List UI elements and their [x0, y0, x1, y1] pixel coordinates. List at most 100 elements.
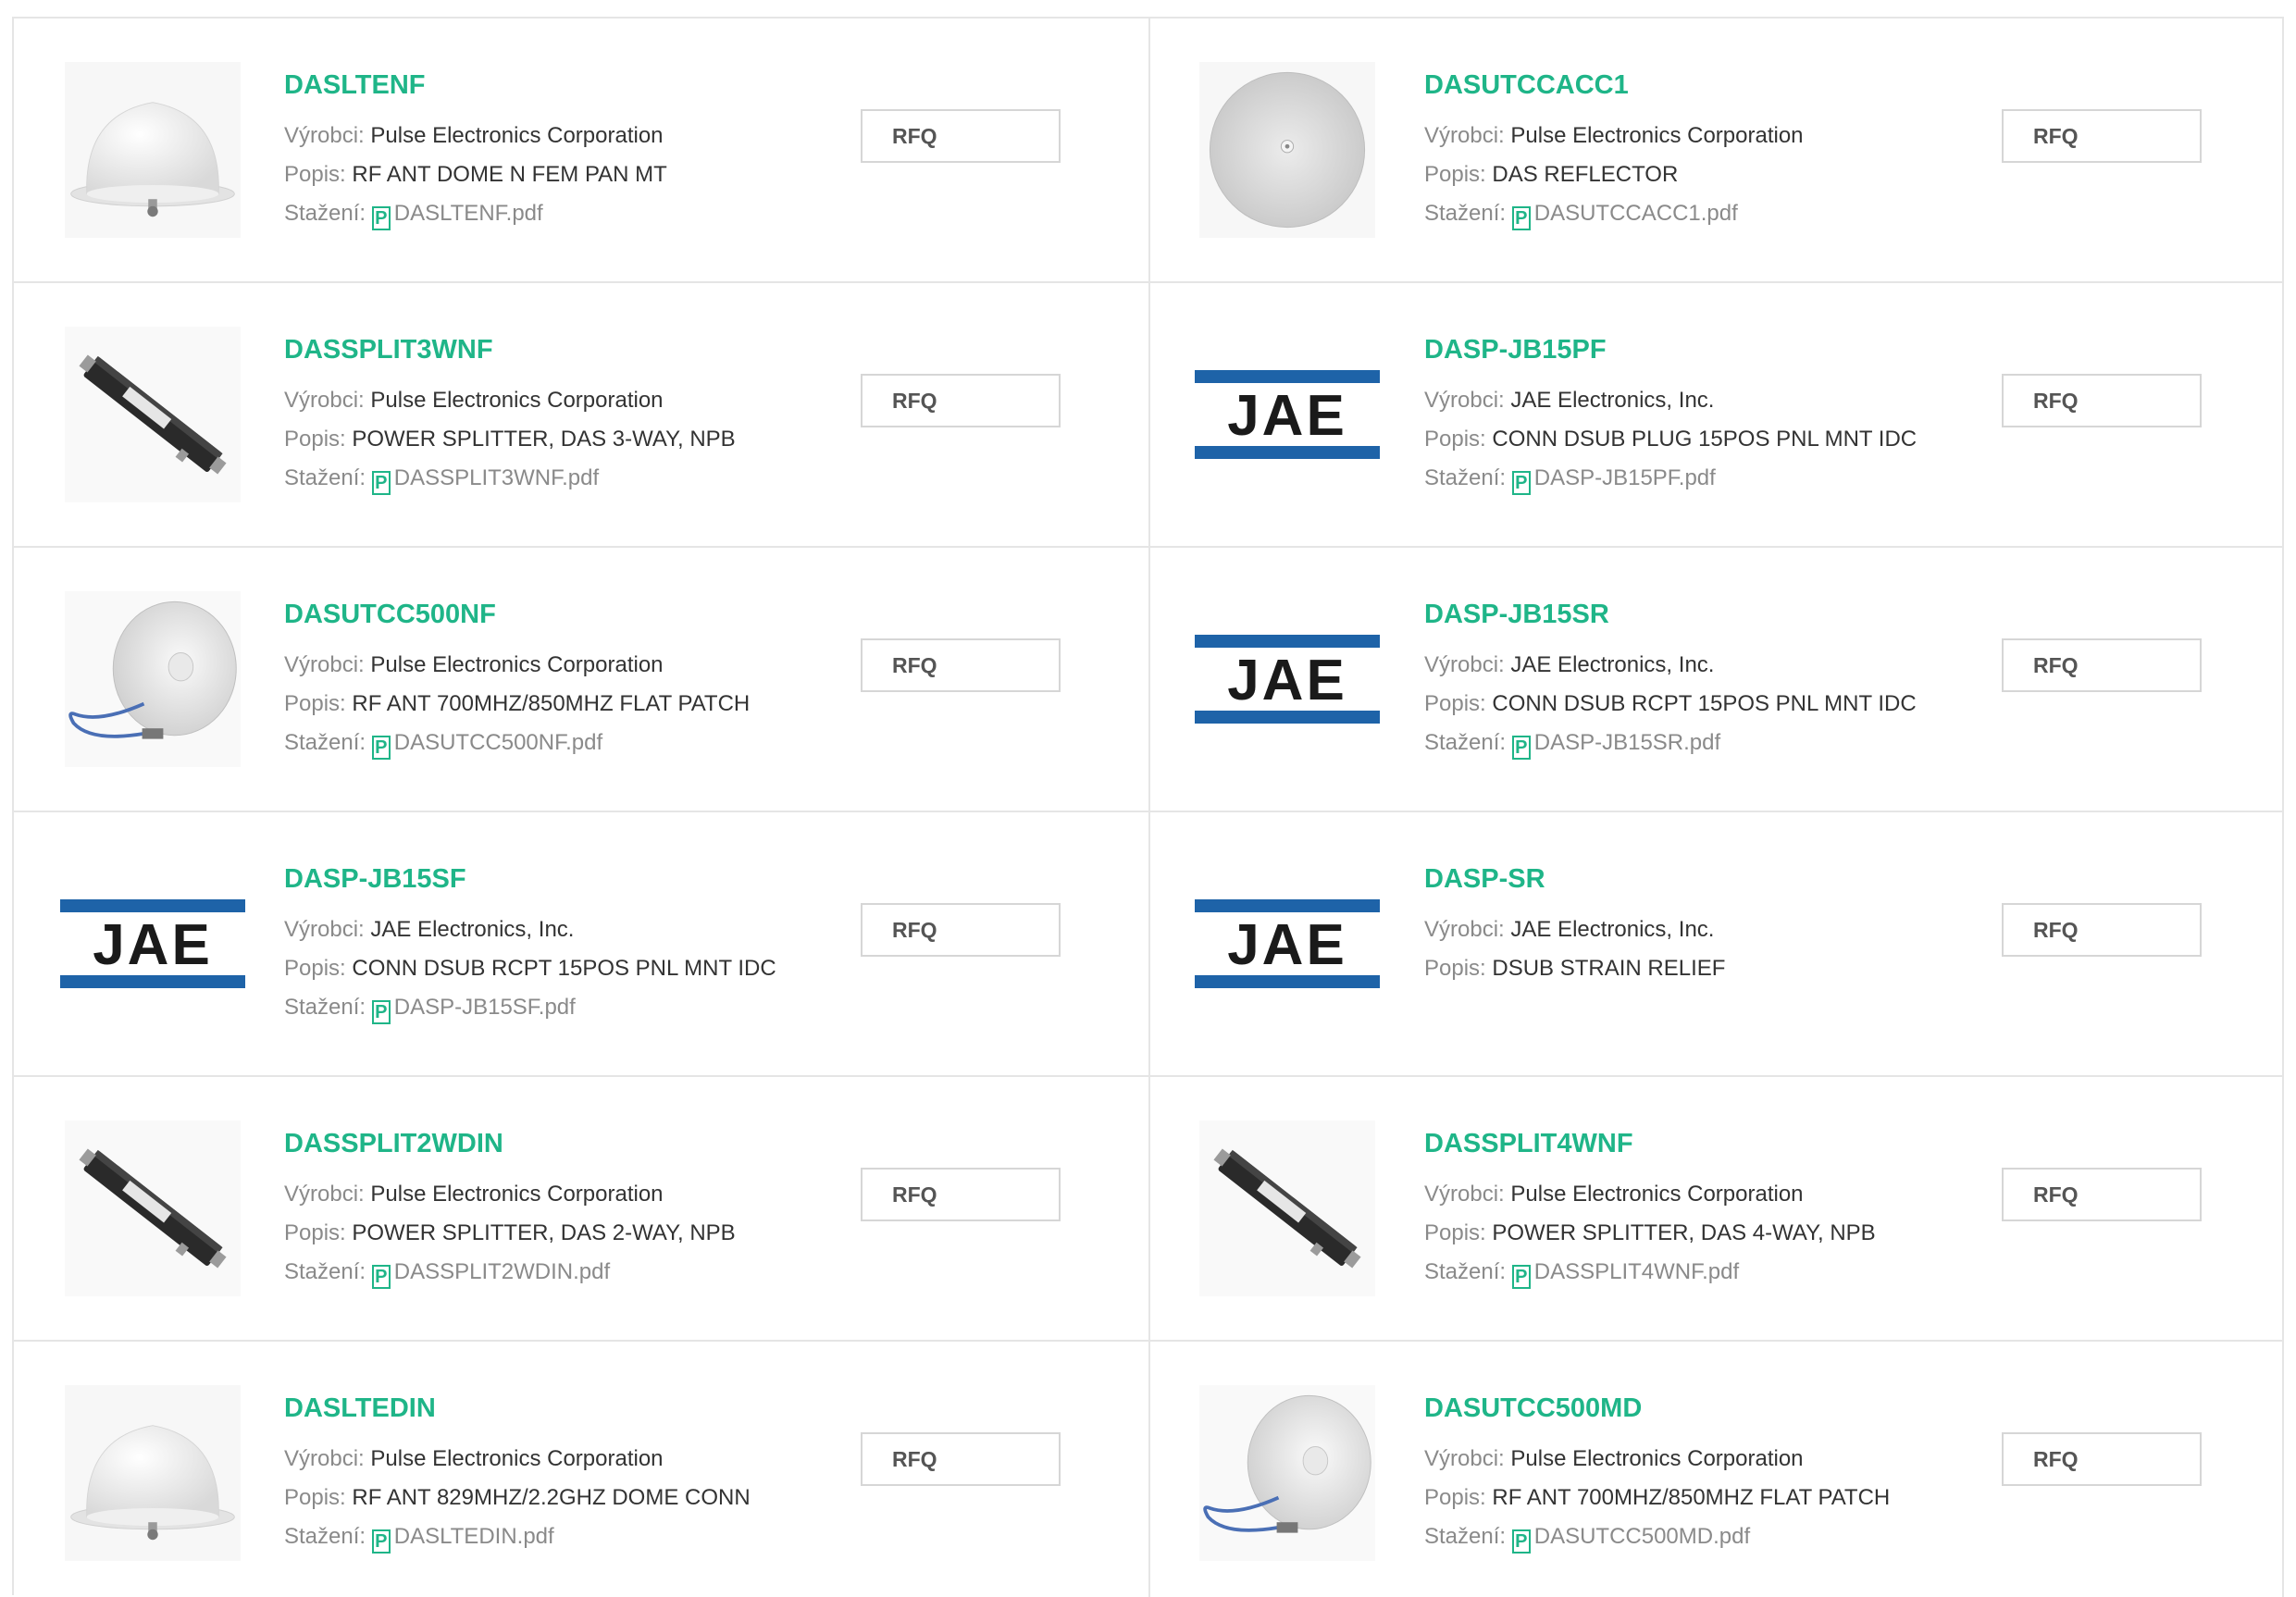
product-image[interactable]: [60, 1116, 245, 1301]
rfq-button[interactable]: RFQ: [2002, 638, 2202, 692]
description-row: Popis: RF ANT 700MHZ/850MHZ FLAT PATCH: [284, 685, 750, 724]
download-row-label: Stažení:: [1424, 201, 1512, 226]
product-name-link[interactable]: DASP-JB15SF: [284, 862, 776, 896]
rfq-button[interactable]: RFQ: [861, 638, 1061, 692]
manufacturer-row-value: JAE Electronics, Inc.: [370, 917, 575, 942]
product-info: DASP-JB15PF Výrobci: JAE Electronics, Inc…: [1424, 333, 1917, 498]
manufacturer-row-value: Pulse Electronics Corporation: [370, 1182, 664, 1207]
rfq-button[interactable]: RFQ: [861, 1168, 1061, 1221]
manufacturer-row-value: Pulse Electronics Corporation: [370, 652, 664, 677]
datasheet-link[interactable]: DASSPLIT3WNF.pdf: [394, 465, 599, 490]
description-row-label: Popis:: [1424, 956, 1493, 981]
description-row-label: Popis:: [1424, 427, 1493, 452]
pdf-icon[interactable]: P: [371, 1265, 391, 1289]
product-name-link[interactable]: DASSPLIT3WNF: [284, 333, 736, 366]
manufacturer-row-label: Výrobci:: [284, 388, 371, 413]
description-row-label: Popis:: [284, 427, 353, 452]
download-row: Stažení: P DASSPLIT4WNF.pdf: [1424, 1253, 1876, 1292]
product-name-link[interactable]: DASSPLIT2WDIN: [284, 1127, 736, 1160]
manufacturer-row: Výrobci: JAE Electronics, Inc.: [284, 910, 776, 949]
rfq-button[interactable]: RFQ: [2002, 1168, 2202, 1221]
product-image[interactable]: [60, 587, 245, 772]
download-row-label: Stažení:: [1424, 1524, 1512, 1549]
datasheet-link[interactable]: DASUTCC500NF.pdf: [394, 730, 602, 755]
product-name-link[interactable]: DASUTCCACC1: [1424, 68, 1804, 102]
product-name-link[interactable]: DASUTCC500MD: [1424, 1392, 1890, 1425]
product-name-link[interactable]: DASLTEDIN: [284, 1392, 751, 1425]
datasheet-link[interactable]: DASP-JB15PF.pdf: [1534, 465, 1716, 490]
rfq-button[interactable]: RFQ: [2002, 903, 2202, 957]
manufacturer-row-value: Pulse Electronics Corporation: [370, 388, 664, 413]
rfq-button[interactable]: RFQ: [861, 109, 1061, 163]
rfq-button[interactable]: RFQ: [2002, 109, 2202, 163]
pdf-icon[interactable]: P: [371, 736, 391, 760]
download-row: Stažení: P DASUTCC500MD.pdf: [1424, 1517, 1890, 1556]
product-image[interactable]: [60, 1380, 245, 1566]
pdf-icon[interactable]: P: [1511, 1265, 1531, 1289]
datasheet-link[interactable]: DASUTCC500MD.pdf: [1534, 1524, 1750, 1549]
description-row-value: DSUB STRAIN RELIEF: [1492, 956, 1726, 981]
description-row-value: POWER SPLITTER, DAS 4-WAY, NPB: [1492, 1220, 1876, 1245]
rfq-button[interactable]: RFQ: [861, 903, 1061, 957]
product-name-link[interactable]: DASP-JB15PF: [1424, 333, 1917, 366]
datasheet-link[interactable]: DASLTENF.pdf: [394, 201, 543, 226]
product-name-link[interactable]: DASUTCC500NF: [284, 598, 750, 631]
manufacturer-row: Výrobci: Pulse Electronics Corporation: [284, 646, 750, 685]
product-info: DASP-JB15SF Výrobci: JAE Electronics, Inc…: [284, 862, 776, 1027]
datasheet-link[interactable]: DASSPLIT2WDIN.pdf: [394, 1259, 610, 1284]
pdf-icon[interactable]: P: [1511, 1529, 1531, 1554]
product-image[interactable]: JAE: [1195, 851, 1380, 1036]
manufacturer-row: Výrobci: JAE Electronics, Inc.: [1424, 646, 1917, 685]
download-row: Stažení: P DASUTCC500NF.pdf: [284, 724, 750, 762]
datasheet-link[interactable]: DASLTEDIN.pdf: [394, 1524, 554, 1549]
product-image[interactable]: JAE: [60, 851, 245, 1036]
datasheet-link[interactable]: DASSPLIT4WNF.pdf: [1534, 1259, 1739, 1284]
pdf-icon[interactable]: P: [371, 1529, 391, 1554]
manufacturer-row-label: Výrobci:: [284, 1182, 371, 1207]
datasheet-link[interactable]: DASUTCCACC1.pdf: [1534, 201, 1738, 226]
svg-text:JAE: JAE: [93, 913, 213, 977]
pdf-icon[interactable]: P: [1511, 471, 1531, 495]
product-name-link[interactable]: DASP-SR: [1424, 862, 1725, 896]
manufacturer-row-label: Výrobci:: [1424, 123, 1511, 148]
description-row: Popis: POWER SPLITTER, DAS 2-WAY, NPB: [284, 1214, 736, 1253]
manufacturer-row-value: JAE Electronics, Inc.: [1510, 388, 1715, 413]
product-image[interactable]: [60, 322, 245, 507]
product-image[interactable]: [60, 57, 245, 242]
product-info: DASP-JB15SR Výrobci: JAE Electronics, Inc…: [1424, 598, 1917, 762]
download-row-label: Stažení:: [1424, 1259, 1512, 1284]
pdf-icon[interactable]: P: [371, 471, 391, 495]
svg-text:JAE: JAE: [1227, 913, 1347, 977]
download-row: Stažení: P DASSPLIT3WNF.pdf: [284, 459, 736, 498]
rfq-button[interactable]: RFQ: [861, 374, 1061, 427]
rfq-button[interactable]: RFQ: [861, 1432, 1061, 1486]
download-row: Stažení: P DASP-JB15SR.pdf: [1424, 724, 1917, 762]
pdf-icon[interactable]: P: [371, 206, 391, 230]
product-image[interactable]: JAE: [1195, 587, 1380, 772]
product-image[interactable]: JAE: [1195, 322, 1380, 507]
pdf-icon[interactable]: P: [1511, 206, 1531, 230]
product-info: DASUTCC500MD Výrobci: Pulse Electronics C…: [1424, 1392, 1890, 1556]
rfq-button[interactable]: RFQ: [2002, 374, 2202, 427]
datasheet-link[interactable]: DASP-JB15SR.pdf: [1534, 730, 1720, 755]
manufacturer-row-value: Pulse Electronics Corporation: [370, 1446, 664, 1471]
pdf-icon[interactable]: P: [371, 1000, 391, 1024]
product-image[interactable]: [1195, 1116, 1380, 1301]
rfq-button[interactable]: RFQ: [2002, 1432, 2202, 1486]
manufacturer-row-label: Výrobci:: [1424, 388, 1511, 413]
product-name-link[interactable]: DASP-JB15SR: [1424, 598, 1917, 631]
product-name-link[interactable]: DASLTENF: [284, 68, 667, 102]
manufacturer-row-label: Výrobci:: [1424, 1446, 1511, 1471]
product-info: DASSPLIT2WDIN Výrobci: Pulse Electronics …: [284, 1127, 736, 1292]
datasheet-link[interactable]: DASP-JB15SF.pdf: [394, 995, 576, 1020]
product-card: DASUTCC500MD Výrobci: Pulse Electronics C…: [1150, 1342, 2284, 1597]
product-card: JAE DASP-JB15SR Výrobci: JAE Electronics,…: [1150, 548, 2284, 812]
product-name-link[interactable]: DASSPLIT4WNF: [1424, 1127, 1876, 1160]
description-row-label: Popis:: [1424, 1485, 1493, 1510]
manufacturer-row: Výrobci: Pulse Electronics Corporation: [1424, 117, 1804, 155]
product-image[interactable]: [1195, 1380, 1380, 1566]
pdf-icon[interactable]: P: [1511, 736, 1531, 760]
product-image[interactable]: [1195, 57, 1380, 242]
description-row: Popis: CONN DSUB RCPT 15POS PNL MNT IDC: [284, 949, 776, 988]
download-row-label: Stažení:: [1424, 730, 1512, 755]
